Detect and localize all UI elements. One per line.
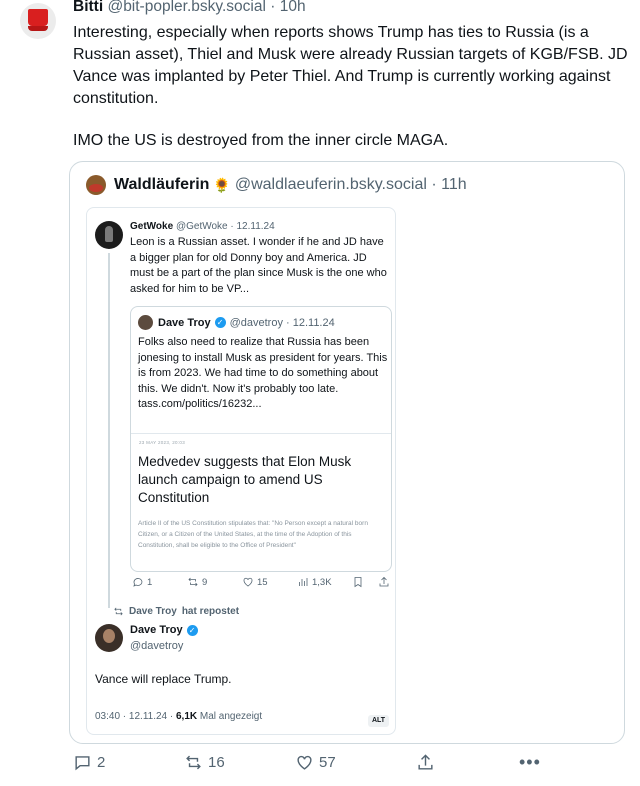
article-date: 23 MAY 2023, 20:03 [139,440,186,445]
davetroy-quote-card: Dave Troy ✓ @davetroy · 12.11.24 Folks a… [130,306,392,572]
reply-button[interactable]: 2 [73,753,105,772]
quoted-author-avatar [86,175,106,195]
views-stat: 1,3K [297,576,332,588]
article-link: tass.com/politics/16232... [138,398,262,410]
reply-count: 2 [97,754,106,771]
quoted-author-handle: @waldlaeuferin.bsky.social [234,176,427,193]
repost-count: 16 [208,754,225,771]
getwoke-name: GetWoke [130,221,174,232]
article-description: Article II of the US Constitution stipul… [138,520,368,549]
like-button[interactable]: 57 [295,753,336,772]
author-name[interactable]: Bitti [73,0,103,15]
repost-icon [188,577,198,587]
getwoke-header: GetWoke @GetWoke · 12.11.24 [130,221,275,232]
davetroy-quote-body: Folks also need to realize that Russia h… [138,336,388,395]
davetroy-post-meta: 03:40 · 12.11.24 · 6,1K Mal angezeigt [95,711,262,722]
separator: · [270,0,276,15]
author-avatar[interactable] [20,3,56,39]
getwoke-avatar [95,221,123,249]
post: Bitti @bit-popler.bsky.social · 10h Inte… [0,0,640,786]
davetroy-post-text: Vance will replace Trump. [95,672,232,686]
divider [131,433,391,434]
views-chart-icon [299,578,308,586]
davetroy-quote-text: Folks also need to realize that Russia h… [138,335,388,413]
like-count: 15 [257,576,268,588]
share-stat [378,576,390,588]
sunflower-emoji: 🌻 [213,176,231,193]
author-handle[interactable]: @bit-popler.bsky.social [107,0,265,15]
repost-icon [186,755,201,770]
more-options-icon[interactable]: ••• [519,752,541,773]
repost-button[interactable]: 16 [184,753,225,772]
bookmark-icon [354,577,362,588]
davetroy-post-name: Dave Troy [130,624,183,636]
post-header: Bitti @bit-popler.bsky.social · 10h [73,0,306,16]
post-paragraph: IMO the US is destroyed from the inner c… [73,132,449,149]
repost-stat: 9 [187,576,207,588]
heart-icon [297,755,312,770]
view-count: 6,1K [175,711,198,722]
verified-badge-icon: ✓ [214,317,226,328]
davetroy-post-handle: @davetroy [130,640,184,652]
reply-icon [133,578,143,587]
bookmark-stat [352,576,364,588]
repost-icon [114,607,123,616]
embedded-screenshot[interactable]: GetWoke @GetWoke · 12.11.24 Leon is a Ru… [86,207,396,735]
reply-icon [75,756,90,771]
alt-text-badge[interactable]: ALT [368,715,389,727]
share-button[interactable] [416,753,435,772]
davetroy-post-name-row: Dave Troy ✓ [130,624,202,636]
repost-author: Dave Troy [129,606,177,617]
quoted-post-header: Waldläuferin 🌻 @waldlaeuferin.bsky.socia… [86,175,467,195]
like-count: 57 [319,754,336,771]
thread-line [108,253,110,608]
article-title: Medvedev suggests that Elon Musk launch … [138,454,352,505]
getwoke-text: Leon is a Russian asset. I wonder if he … [130,236,387,295]
separator: · [431,176,437,193]
heart-icon [243,577,253,587]
davetroy-name: Dave Troy [158,316,211,329]
share-icon [418,754,433,770]
post-action-bar: 2 16 57 ••• [73,752,633,778]
views-count: 1,3K [312,576,332,588]
post-timestamp: 03:40 · 12.11.24 · [95,711,174,722]
davetroy-avatar [138,315,153,330]
getwoke-action-row: 1 9 15 1,3K [130,572,392,592]
quoted-post-time: 11h [441,176,467,193]
repost-suffix: hat repostet [181,606,240,617]
share-icon [379,576,389,587]
davetroy-quote-header: Dave Troy ✓ @davetroy · 12.11.24 [138,315,335,330]
repost-count: 9 [202,576,208,588]
quoted-author-name: Waldläuferin [114,176,210,193]
reply-count: 1 [147,576,153,588]
repost-label: Dave Troy hat repostet [113,606,239,617]
getwoke-meta: @GetWoke · 12.11.24 [175,221,275,232]
reply-stat: 1 [132,576,152,588]
post-paragraph: Interesting, especially when reports sho… [73,24,628,107]
like-stat: 15 [242,576,268,588]
quoted-post-card[interactable]: Waldläuferin 🌻 @waldlaeuferin.bsky.socia… [69,161,625,744]
verified-badge-icon: ✓ [186,624,198,636]
davetroy-post-avatar [95,624,123,652]
post-text: Interesting, especially when reports sho… [73,22,633,152]
post-time[interactable]: 10h [280,0,306,15]
davetroy-meta: @davetroy · 12.11.24 [229,316,335,329]
view-label: Mal angezeigt [199,711,263,722]
